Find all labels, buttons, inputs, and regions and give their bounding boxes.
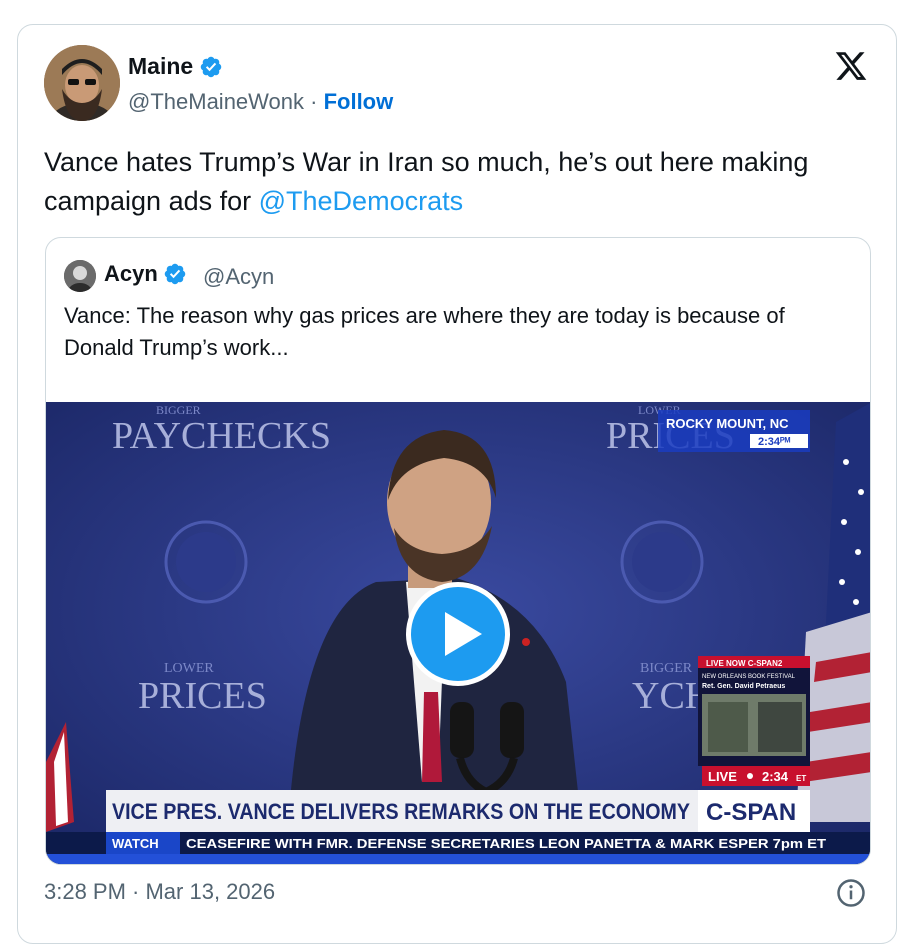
verified-badge-icon bbox=[164, 263, 186, 285]
play-icon[interactable] bbox=[403, 579, 513, 689]
headline-text: VICE PRES. VANCE DELIVERS REMARKS ON THE… bbox=[112, 799, 690, 824]
author-avatar-image bbox=[44, 45, 120, 121]
location-text: ROCKY MOUNT, NC bbox=[666, 416, 789, 431]
backdrop-text: PAYCHECKS bbox=[112, 415, 331, 457]
quoted-author-avatar[interactable] bbox=[64, 260, 96, 292]
ticker-text: CEASEFIRE WITH FMR. DEFENSE SECRETARIES … bbox=[186, 836, 826, 851]
video-player[interactable]: BIGGER PAYCHECKS LOWER PRICES LOWER PRIC… bbox=[46, 402, 870, 864]
location-time: 2:34ᴾᴹ bbox=[758, 436, 791, 448]
mention-link[interactable]: @TheDemocrats bbox=[259, 186, 463, 216]
info-icon[interactable] bbox=[836, 878, 866, 908]
verified-badge-icon bbox=[200, 56, 222, 77]
quoted-tweet[interactable]: Acyn @Acyn Vance: The reason why gas pri… bbox=[45, 237, 871, 865]
backdrop-small-text: LOWER bbox=[164, 661, 214, 676]
backdrop-small-text: BIGGER bbox=[640, 661, 693, 676]
ticker-underline bbox=[46, 854, 870, 864]
live-label: LIVE bbox=[708, 769, 737, 784]
quoted-author-handle[interactable]: @Acyn bbox=[203, 264, 274, 290]
separator-dot: · bbox=[310, 89, 318, 114]
live-dot bbox=[747, 773, 753, 779]
live-time: 2:34 bbox=[762, 769, 789, 784]
x-logo-icon[interactable] bbox=[833, 49, 869, 83]
author-handle[interactable]: @TheMaineWonk bbox=[128, 89, 304, 114]
quoted-avatar-image bbox=[64, 260, 96, 292]
live-timezone: ET bbox=[796, 774, 806, 783]
quoted-author-name[interactable]: Acyn bbox=[104, 261, 158, 287]
tweet-timestamp[interactable]: 3:28 PM · Mar 13, 2026 bbox=[44, 879, 275, 905]
quoted-name-row[interactable]: Acyn bbox=[104, 261, 187, 287]
tweet-card: Maine @TheMaineWonk · Follow Vance hates… bbox=[17, 24, 897, 944]
quoted-tweet-text: Vance: The reason why gas prices are whe… bbox=[64, 303, 785, 360]
author-subline: @TheMaineWonk · Follow bbox=[128, 89, 393, 115]
ticker-label: WATCH bbox=[112, 836, 159, 851]
pip-box: LIVE NOW C-SPAN2 NEW ORLEANS BOOK FESTIV… bbox=[698, 656, 810, 766]
author-name[interactable]: Maine bbox=[128, 53, 193, 80]
tweet-text: Vance hates Trump’s War in Iran so much,… bbox=[44, 143, 874, 221]
seal-emblem bbox=[632, 532, 692, 592]
follow-button[interactable]: Follow bbox=[324, 89, 394, 114]
pip-line-3: Ret. Gen. David Petraeus bbox=[702, 683, 785, 690]
network-logo: C-SPAN bbox=[706, 799, 796, 826]
pip-live-now: LIVE NOW C-SPAN2 bbox=[706, 659, 783, 668]
pip-line-2: NEW ORLEANS BOOK FESTIVAL bbox=[702, 674, 796, 680]
backdrop-text: PRICES bbox=[138, 675, 267, 717]
seal-emblem bbox=[176, 532, 236, 592]
author-name-row[interactable]: Maine bbox=[128, 53, 223, 80]
author-avatar[interactable] bbox=[44, 45, 120, 121]
